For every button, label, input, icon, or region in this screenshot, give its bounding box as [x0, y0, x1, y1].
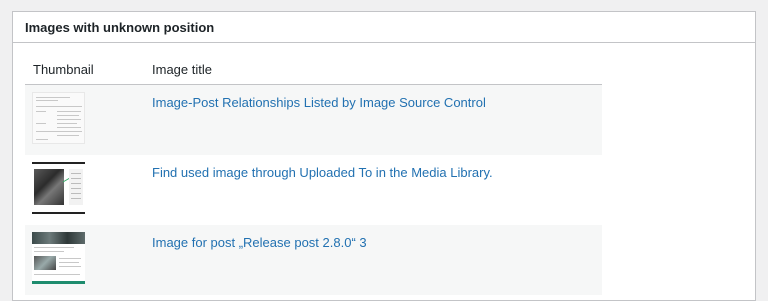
image-title-link[interactable]: Image-Post Relationships Listed by Image…: [152, 95, 486, 110]
title-cell: Find used image through Uploaded To in t…: [140, 155, 602, 182]
table-header: Thumbnail Image title: [25, 55, 602, 85]
thumbnail-image[interactable]: [32, 92, 85, 144]
unknown-position-panel: Images with unknown position Thumbnail I…: [12, 11, 756, 301]
image-title-link[interactable]: Image for post „Release post 2.8.0“ 3: [152, 235, 367, 250]
table-row: Image for post „Release post 2.8.0“ 3: [25, 225, 602, 295]
title-cell: Image-Post Relationships Listed by Image…: [140, 85, 602, 112]
panel-header: Images with unknown position: [13, 12, 755, 43]
thumbnail-cell: [25, 85, 140, 144]
column-header-image-title: Image title: [152, 62, 212, 77]
thumbnail-image[interactable]: [32, 232, 85, 284]
table-row: Find used image through Uploaded To in t…: [25, 155, 602, 225]
thumbnail-cell: [25, 225, 140, 284]
title-cell: Image for post „Release post 2.8.0“ 3: [140, 225, 602, 252]
thumbnail-image[interactable]: [32, 162, 85, 214]
thumbnail-cell: [25, 155, 140, 214]
image-title-link[interactable]: Find used image through Uploaded To in t…: [152, 165, 493, 180]
panel-title: Images with unknown position: [25, 19, 215, 35]
table-row: Image-Post Relationships Listed by Image…: [25, 85, 602, 155]
column-header-thumbnail: Thumbnail: [33, 62, 94, 77]
images-table: Thumbnail Image title Image-Post Relatio…: [25, 55, 602, 295]
